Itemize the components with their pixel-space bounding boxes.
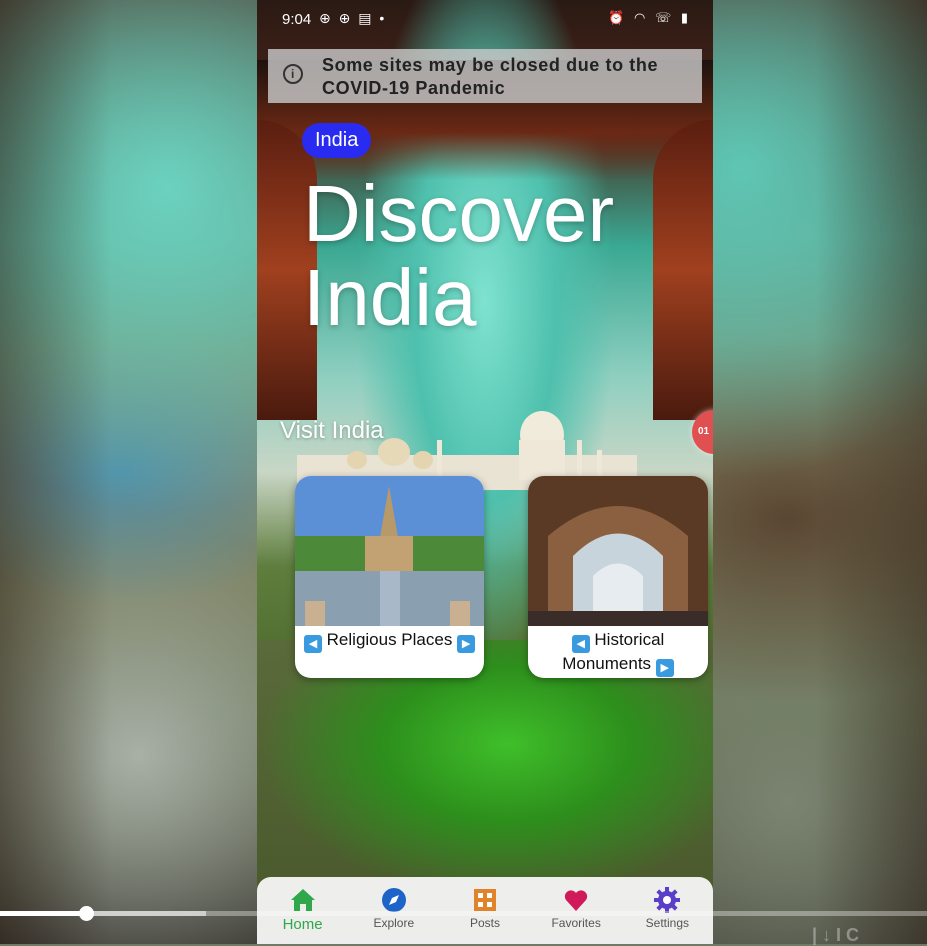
- video-progress-fill: [0, 911, 87, 916]
- video-progress-track[interactable]: [0, 911, 927, 916]
- nav-posts[interactable]: Posts: [443, 877, 527, 930]
- system-status-icons: ⏰ ◠ ☏ ▮: [608, 10, 691, 25]
- covid-notice-banner[interactable]: i Some sites may be closed due to the CO…: [268, 49, 702, 103]
- historical-monuments-card[interactable]: ◀ Historical Monuments ▶: [528, 476, 708, 678]
- card-title-line1: Historical: [594, 630, 665, 649]
- nav-favorites[interactable]: Favorites: [534, 877, 618, 930]
- monument-arch-image: [528, 476, 708, 626]
- nav-explore[interactable]: Explore: [352, 877, 436, 930]
- country-chip[interactable]: India: [302, 123, 372, 158]
- posts-icon: [473, 889, 496, 911]
- nav-label: Posts: [469, 916, 500, 930]
- nav-label: Explore: [373, 916, 415, 930]
- card-title-line2: Monuments: [562, 654, 652, 673]
- grass-field: [257, 640, 713, 900]
- notification-icons: ⊕ ⊕ ▤ •: [319, 10, 387, 26]
- card-title: Religious Places: [326, 630, 453, 649]
- historical-monuments-label: ◀ Historical Monuments ▶: [528, 629, 708, 677]
- status-time: 9:04: [282, 11, 312, 28]
- heart-icon: [565, 890, 588, 911]
- right-arrow-icon: ▶: [457, 635, 476, 653]
- gear-icon: [654, 887, 681, 913]
- religious-places-card[interactable]: ◀ Religious Places ▶: [295, 476, 484, 678]
- compass-icon: [381, 888, 406, 912]
- hero-title-line2: India: [303, 253, 477, 342]
- nav-home[interactable]: Home: [261, 877, 345, 933]
- left-arrow-icon: ◀: [303, 635, 322, 653]
- right-arrow-icon: ▶: [655, 659, 674, 677]
- left-arrow-icon: ◀: [571, 635, 590, 653]
- phone-screen: 9:04 ⊕ ⊕ ▤ • ⏰ ◠ ☏ ▮ i Some sites may be…: [257, 0, 713, 944]
- nav-settings[interactable]: Settings: [625, 877, 709, 930]
- hero-title: Discover India: [303, 172, 683, 340]
- hero-title-line1: Discover: [303, 169, 615, 258]
- info-icon: i: [283, 64, 303, 84]
- status-bar: 9:04 ⊕ ⊕ ▤ • ⏰ ◠ ☏ ▮: [257, 0, 713, 40]
- watermark: | ↓ I C: [812, 925, 860, 945]
- banner-text: Some sites may be closed due to the COVI…: [322, 55, 659, 98]
- home-icon: [290, 889, 315, 911]
- temple-image: [295, 476, 484, 626]
- nav-label: Home: [282, 916, 323, 933]
- section-heading: Visit India: [280, 417, 384, 444]
- nav-label: Favorites: [551, 916, 601, 930]
- religious-places-label: ◀ Religious Places ▶: [295, 629, 484, 653]
- nav-label: Settings: [645, 916, 690, 930]
